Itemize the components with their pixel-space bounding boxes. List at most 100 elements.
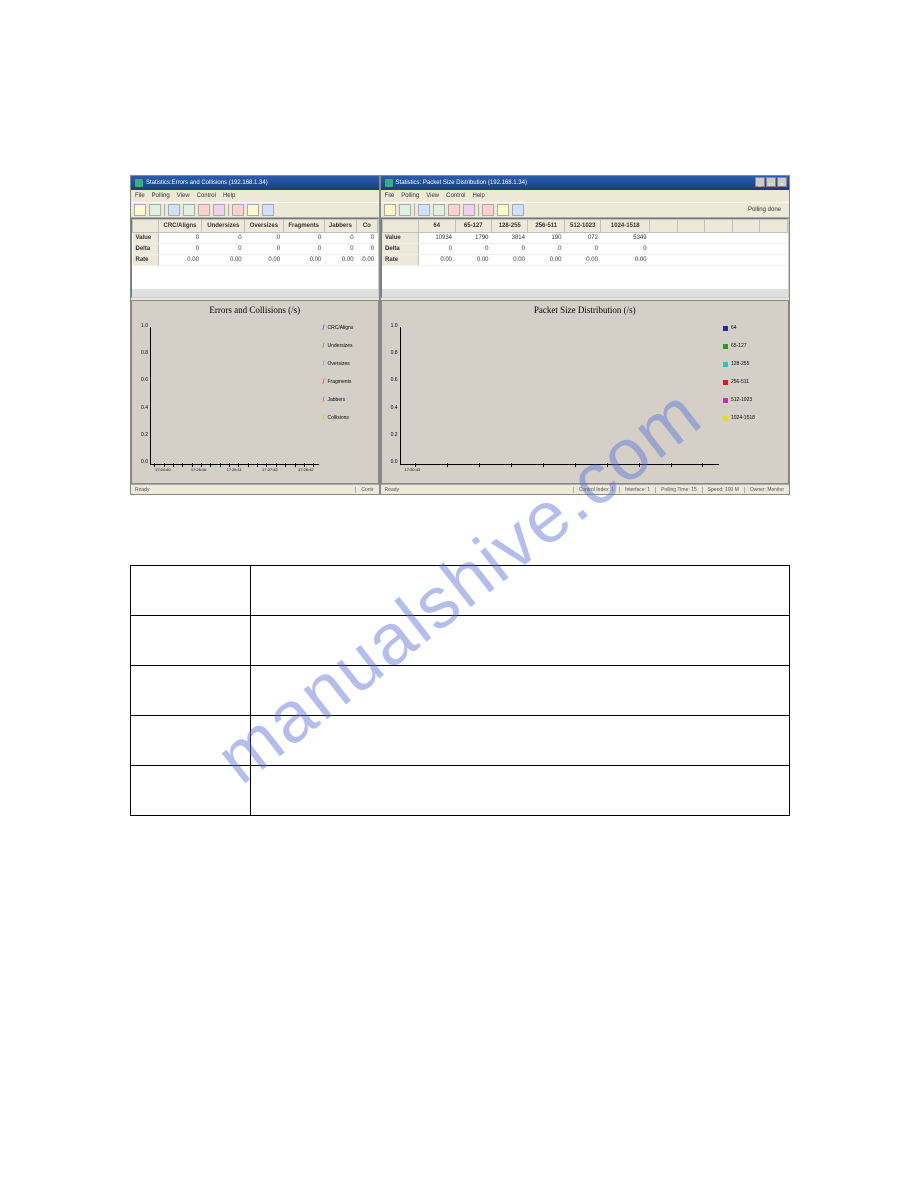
cell: 0.00: [158, 255, 202, 266]
menu-view[interactable]: View: [426, 193, 439, 199]
toolbar: Polling done: [381, 202, 789, 218]
toolbar-button[interactable]: [463, 204, 475, 216]
y-tick: 0.6: [136, 377, 148, 383]
menu-polling[interactable]: Polling: [152, 193, 170, 199]
toolbar-button[interactable]: [247, 204, 259, 216]
status-text: Ready: [381, 487, 403, 493]
statusbar: Ready Control Index: 1 Interface: 1 Poll…: [381, 484, 789, 494]
legend-label: Jabbers: [328, 397, 346, 403]
toolbar-button[interactable]: [433, 204, 445, 216]
y-tick: 0.8: [136, 350, 148, 356]
toolbar-button[interactable]: [399, 204, 411, 216]
y-tick: 0.8: [386, 350, 398, 356]
col-header[interactable]: CRC/Aligns: [158, 220, 202, 233]
cell: 3814: [492, 233, 528, 244]
toolbar-button[interactable]: [384, 204, 396, 216]
legend-label: Collisions: [328, 415, 349, 421]
table-row: Delta000000: [382, 244, 787, 255]
col-header[interactable]: Fragments: [283, 220, 324, 233]
col-header[interactable]: 1024-1518: [601, 220, 650, 233]
toolbar-button[interactable]: [134, 204, 146, 216]
table-row: [131, 716, 790, 766]
y-axis-line: [150, 327, 151, 465]
legend-item: /Fragments: [323, 379, 374, 385]
legend-swatch-icon: /: [323, 380, 325, 385]
x-tick: 17:30:43: [405, 467, 421, 479]
legend-label: 65-127: [731, 343, 747, 349]
menu-file[interactable]: File: [135, 193, 145, 199]
table-row: Value10934179038141900725349: [382, 233, 787, 244]
status-text: Contr: [355, 487, 378, 493]
y-tick: 1.0: [386, 323, 398, 329]
table-row: Rate0.000.000.000.000.000.00: [133, 255, 378, 266]
col-header[interactable]: 512-1023: [564, 220, 600, 233]
toolbar-button[interactable]: [149, 204, 161, 216]
menu-control[interactable]: Control: [197, 193, 216, 199]
maximize-button[interactable]: □: [766, 177, 776, 187]
scrollbar[interactable]: [132, 289, 378, 297]
col-header[interactable]: Jabbers: [324, 220, 356, 233]
scrollbar[interactable]: [382, 289, 788, 297]
col-header[interactable]: Undersizes: [202, 220, 245, 233]
window-buttons: _ □ ×: [755, 177, 787, 187]
cell: 0: [492, 244, 528, 255]
status-owner: Owner: Monitor: [744, 487, 789, 493]
app-icon: [135, 179, 143, 187]
menu-view[interactable]: View: [177, 193, 190, 199]
document-table: [130, 565, 790, 816]
toolbar-button[interactable]: [418, 204, 430, 216]
legend-item: 65-127: [723, 343, 784, 349]
col-header[interactable]: 256-511: [528, 220, 564, 233]
toolbar-button[interactable]: [262, 204, 274, 216]
col-header[interactable]: Oversizes: [245, 220, 283, 233]
cell: 0: [528, 244, 564, 255]
col-header[interactable]: 65-127: [455, 220, 491, 233]
cell: 0: [245, 233, 283, 244]
table-row: [131, 616, 790, 666]
menu-control[interactable]: Control: [446, 193, 465, 199]
y-tick: 0.2: [386, 432, 398, 438]
status-polling-time: Polling Time: 15: [655, 487, 702, 493]
close-button[interactable]: ×: [777, 177, 787, 187]
data-table: CRC/Aligns Undersizes Oversizes Fragment…: [132, 219, 378, 266]
cell: 0.00: [564, 255, 600, 266]
status-control-index: Control Index: 1: [573, 487, 619, 493]
table-row: [131, 666, 790, 716]
titlebar[interactable]: Statistics: Packet Size Distribution (19…: [381, 176, 789, 190]
menu-polling[interactable]: Polling: [401, 193, 419, 199]
toolbar-button[interactable]: [448, 204, 460, 216]
toolbar-button[interactable]: [198, 204, 210, 216]
menu-file[interactable]: File: [385, 193, 395, 199]
cell: 0.00: [202, 255, 245, 266]
cell: 0.00: [357, 255, 377, 266]
menubar: File Polling View Control Help: [131, 190, 379, 202]
menu-help[interactable]: Help: [223, 193, 235, 199]
col-header[interactable]: 128-255: [492, 220, 528, 233]
cell: 0.00: [601, 255, 650, 266]
cell: 072: [564, 233, 600, 244]
x-tick: 17:26:11: [227, 467, 242, 479]
menu-help[interactable]: Help: [472, 193, 484, 199]
y-tick: 0.4: [386, 405, 398, 411]
y-axis-line: [400, 327, 401, 465]
toolbar-button[interactable]: [213, 204, 225, 216]
titlebar[interactable]: Statistics:Errors and Collisions (192.16…: [131, 176, 379, 190]
legend-label: 1024-1518: [731, 415, 755, 421]
toolbar-button[interactable]: [183, 204, 195, 216]
window-errors-collisions: Statistics:Errors and Collisions (192.16…: [130, 175, 380, 495]
toolbar-button[interactable]: [497, 204, 509, 216]
col-header[interactable]: 64: [419, 220, 455, 233]
toolbar-button[interactable]: [232, 204, 244, 216]
x-tick: 17:25:16: [191, 467, 207, 479]
cell: 0: [357, 244, 377, 255]
col-header[interactable]: Co: [357, 220, 377, 233]
minimize-button[interactable]: _: [755, 177, 765, 187]
legend-item: /CRC/Aligns: [323, 325, 374, 331]
window-title: Statistics: Packet Size Distribution (19…: [396, 176, 527, 190]
toolbar-button[interactable]: [512, 204, 524, 216]
cell: 0: [202, 244, 245, 255]
x-axis: 17:30:43: [400, 467, 719, 479]
toolbar-button[interactable]: [168, 204, 180, 216]
toolbar-button[interactable]: [482, 204, 494, 216]
window-packet-size: Statistics: Packet Size Distribution (19…: [380, 175, 790, 495]
